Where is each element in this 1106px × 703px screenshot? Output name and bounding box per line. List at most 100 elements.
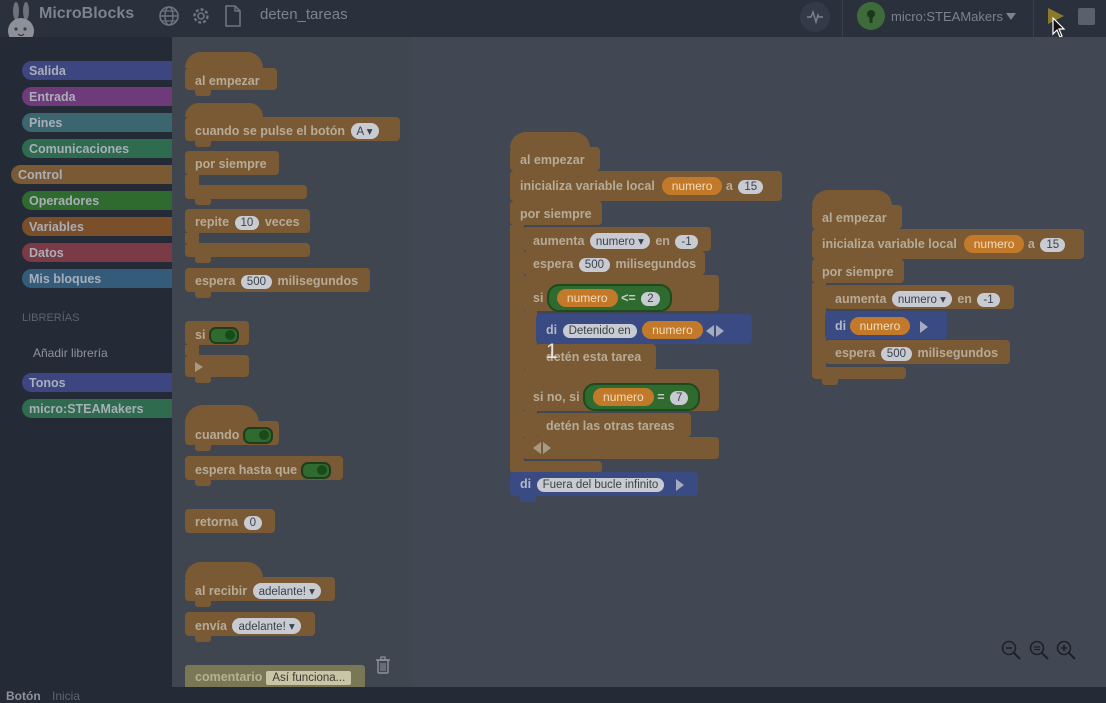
pulse-button[interactable] [800, 2, 830, 32]
expand-arrow-icon[interactable] [675, 478, 684, 491]
zoom-reset-icon[interactable] [1028, 639, 1050, 661]
trash-icon[interactable] [375, 656, 391, 674]
boolean-slot[interactable] [300, 462, 331, 479]
boolean-slot[interactable] [242, 427, 273, 444]
collapse-arrow-icon[interactable] [706, 324, 715, 337]
category-pines[interactable]: Pines [22, 113, 172, 132]
send-block[interactable]: envía adelante! ▾ [185, 612, 315, 642]
category-control[interactable]: Control [11, 165, 172, 184]
chevron-down-icon [1006, 13, 1016, 20]
init-value-input[interactable]: 15 [1040, 238, 1066, 252]
pulse-icon [807, 9, 823, 25]
device-menu[interactable]: micro:STEAMakers [857, 2, 1027, 32]
s1-say-final-block[interactable]: di Fuera del bucle infinito [510, 472, 698, 502]
category-comunicaciones[interactable]: Comunicaciones [22, 139, 172, 158]
s1-increment-block[interactable]: aumenta numero ▾ en -1 [523, 227, 711, 251]
globe-icon[interactable] [158, 5, 180, 27]
wait-input[interactable]: 500 [880, 347, 912, 361]
say-text-input[interactable]: Detenido en [562, 324, 637, 338]
category-entrada[interactable]: Entrada [22, 87, 172, 106]
gear-icon[interactable] [190, 5, 212, 27]
add-library-button[interactable]: Añadir librería [33, 346, 108, 360]
wait-until-block[interactable]: espera hasta que [185, 456, 343, 486]
s1-init-local-block[interactable]: inicializa variable local numero a 15 [510, 171, 782, 207]
variable-dropdown[interactable]: numero ▾ [891, 291, 952, 307]
hat-cap [812, 190, 892, 206]
return-input[interactable]: 0 [243, 516, 262, 530]
when-button-block[interactable]: cuando se pulse el botón A ▾ [185, 117, 400, 147]
expand-arrow-icon[interactable] [543, 441, 551, 454]
hat-cap [185, 562, 263, 578]
output-display-value: 1 [546, 340, 558, 363]
if-block[interactable]: si [185, 321, 249, 345]
message-dropdown[interactable]: adelante! ▾ [252, 583, 321, 599]
message-dropdown[interactable]: adelante! ▾ [232, 618, 301, 634]
variable-reporter[interactable]: numero [642, 321, 703, 339]
zoom-in-icon[interactable] [1055, 639, 1077, 661]
category-mis-bloques[interactable]: Mis bloques [22, 269, 172, 288]
variable-reporter[interactable]: numero [849, 317, 911, 335]
project-name[interactable]: deten_tareas [260, 6, 348, 23]
wait-block[interactable]: espera 500 milisegundos [185, 268, 370, 298]
wait-input[interactable]: 500 [578, 258, 610, 272]
s2-forever-block[interactable]: por siempre [812, 259, 904, 283]
mouse-cursor-icon [1052, 17, 1066, 38]
s1-forever-arm [510, 225, 524, 465]
s2-increment-block[interactable]: aumenta numero ▾ en -1 [825, 285, 1014, 309]
when-condition-block[interactable]: cuando [185, 421, 279, 451]
s2-init-local-block[interactable]: inicializa variable local numero a 15 [812, 229, 1084, 265]
variable-dropdown[interactable]: numero ▾ [589, 233, 650, 249]
s1-wait-block[interactable]: espera 500 milisegundos [523, 251, 705, 275]
category-salida[interactable]: Salida [22, 61, 172, 80]
boolean-slot[interactable] [208, 327, 239, 344]
s2-forever-footer [812, 367, 906, 385]
status-init-label: Inicia [52, 689, 81, 703]
libraries-heading: LIBRERÍAS [22, 312, 80, 324]
increment-input[interactable]: -1 [977, 293, 1000, 307]
button-dropdown[interactable]: A ▾ [350, 123, 379, 139]
collapse-arrow-icon[interactable] [533, 441, 541, 454]
expand-arrow-icon[interactable] [195, 362, 203, 372]
comparison-reporter[interactable]: numero <= 2 [546, 284, 672, 312]
stop-icon[interactable] [1078, 8, 1095, 25]
s1-forever-block[interactable]: por siempre [510, 201, 602, 225]
expand-arrow-icon[interactable] [919, 320, 928, 333]
wait-input[interactable]: 500 [240, 275, 272, 289]
device-name: micro:STEAMakers [891, 9, 1003, 24]
comment-block[interactable]: comentario Así funciona... [185, 665, 365, 689]
s1-if-block[interactable]: si numero <= 2 [523, 275, 719, 312]
init-value-input[interactable]: 15 [738, 180, 764, 194]
s1-if-arm [523, 311, 537, 369]
file-icon[interactable] [224, 5, 242, 27]
increment-input[interactable]: -1 [675, 235, 698, 249]
s2-wait-block[interactable]: espera 500 milisegundos [825, 340, 1010, 364]
if-arm [185, 345, 199, 355]
category-datos[interactable]: Datos [22, 243, 172, 262]
library-tonos[interactable]: Tonos [22, 373, 172, 392]
app-title: MicroBlocks [39, 5, 135, 22]
s1-when-started-block[interactable]: al empezar [510, 147, 600, 177]
repeat-count-input[interactable]: 10 [234, 216, 260, 230]
say-text-input[interactable]: Fuera del bucle infinito [536, 478, 665, 492]
s1-stop-others-block[interactable]: detén las otras tareas [536, 413, 691, 437]
expand-arrow-icon[interactable] [716, 324, 725, 337]
s2-say-block[interactable]: di numero [825, 311, 947, 339]
when-started-block[interactable]: al empezar [185, 68, 277, 96]
repeat-block[interactable]: repite 10 veces [185, 209, 310, 233]
comparison-reporter[interactable]: numero = 7 [583, 383, 701, 411]
comment-text[interactable]: Así funciona... [266, 671, 352, 685]
when-receive-block[interactable]: al recibir adelante! ▾ [185, 577, 335, 607]
variable-reporter[interactable]: numero [963, 235, 1025, 253]
category-variables[interactable]: Variables [22, 217, 172, 236]
scripting-area[interactable]: al empezar cuando se pulse el botón A ▾ … [172, 37, 1106, 689]
return-block[interactable]: retorna 0 [185, 509, 275, 533]
s1-else-if-block[interactable]: si no, si numero = 7 [523, 369, 719, 411]
forever-block[interactable]: por siempre [185, 151, 279, 175]
s2-when-started-block[interactable]: al empezar [812, 205, 902, 235]
category-operadores[interactable]: Operadores [22, 191, 172, 210]
variable-reporter[interactable]: numero [661, 177, 723, 195]
zoom-out-icon[interactable] [1000, 639, 1022, 661]
library-microsteamakers[interactable]: micro:STEAMakers [22, 399, 172, 418]
s1-say-block[interactable]: di Detenido en numero [536, 314, 752, 344]
repeat-arm [185, 233, 199, 243]
